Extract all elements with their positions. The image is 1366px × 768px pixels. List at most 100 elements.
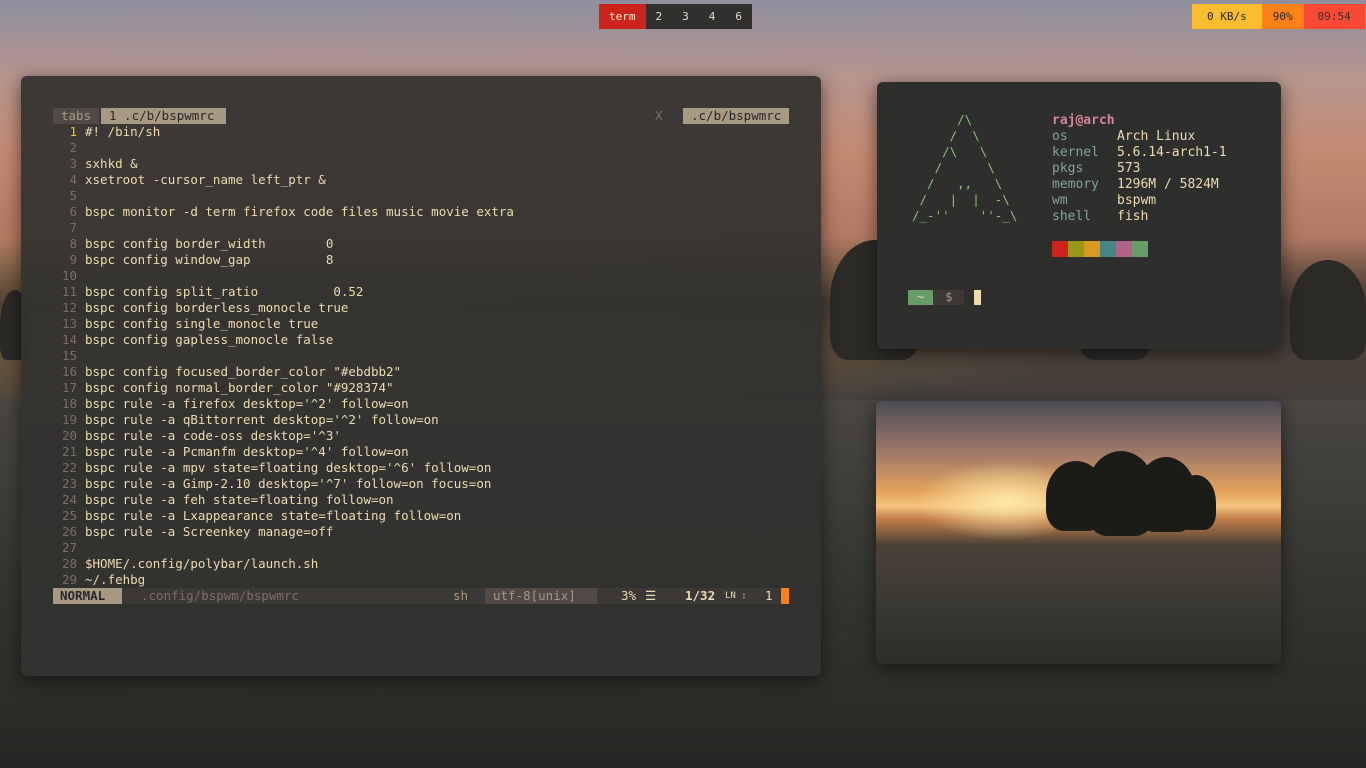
code-line[interactable]: 19 bspc rule -a qBittorrent desktop='^2' …: [53, 412, 789, 428]
shell-prompt[interactable]: ~ $: [908, 290, 982, 305]
info-row: wm bspwm: [1052, 193, 1227, 209]
color-swatch: [1132, 241, 1148, 257]
line-text: bspc rule -a Lxappearance state=floating…: [85, 508, 462, 523]
line-text: bspc rule -a mpv state=floating desktop=…: [85, 460, 492, 475]
code-line[interactable]: 3 sxhkd &: [53, 156, 789, 172]
info-value: 5.6.14-arch1-1: [1117, 145, 1227, 160]
code-line[interactable]: 6 bspc monitor -d term firefox code files…: [53, 204, 789, 220]
tabline-label: tabs: [53, 108, 100, 124]
system-info: raj@arch os Arch Linux kernel 5.6.14-arch1-…: [1052, 113, 1227, 225]
workspace-2[interactable]: 2: [645, 4, 673, 29]
workspace-3[interactable]: 3: [672, 4, 699, 29]
info-key: memory: [1052, 177, 1099, 192]
line-number: 14: [61, 332, 77, 347]
code-line[interactable]: 9 bspc config window_gap 8: [53, 252, 789, 268]
user-host: raj@arch: [1052, 113, 1115, 128]
info-key: shell: [1052, 209, 1092, 224]
code-line[interactable]: 8 bspc config border_width 0: [53, 236, 789, 252]
code-line[interactable]: 1 #! /bin/sh: [53, 124, 789, 140]
code-line[interactable]: 25 bspc rule -a Lxappearance state=floati…: [53, 508, 789, 524]
code-line[interactable]: 2: [53, 140, 789, 156]
code-line[interactable]: 23 bspc rule -a Gimp-2.10 desktop='^7' fo…: [53, 476, 789, 492]
line-number: 25: [61, 508, 77, 523]
line-number-icon: LN :: [725, 591, 747, 601]
status-filetype: sh: [453, 588, 469, 603]
line-number: 3: [69, 156, 77, 171]
arch-logo-icon: /\ / \ /\ \ / \ / ,, \ / | | -\ /_-'' ''…: [912, 112, 1018, 223]
info-value: Arch Linux: [1117, 129, 1196, 144]
line-text: sxhkd &: [85, 156, 138, 171]
line-number: 23: [61, 476, 77, 491]
line-number: 1: [69, 124, 77, 139]
workspace-4[interactable]: 4: [698, 4, 726, 29]
line-text: bspc config gapless_monocle false: [85, 332, 334, 347]
line-number: 8: [69, 236, 77, 251]
code-line[interactable]: 13 bspc config single_monocle true: [53, 316, 789, 332]
text-cursor: [974, 290, 982, 305]
color-swatch: [1100, 241, 1116, 257]
status-filename: .config/bspwm/bspwmrc: [141, 588, 300, 603]
info-row: pkgs 573: [1052, 161, 1227, 177]
code-line[interactable]: 22 bspc rule -a mpv state=floating deskto…: [53, 460, 789, 476]
code-line[interactable]: 12 bspc config borderless_monocle true: [53, 300, 789, 316]
code-line[interactable]: 28 $HOME/.config/polybar/launch.sh: [53, 556, 789, 572]
color-swatch: [1084, 241, 1100, 257]
color-swatch: [1068, 241, 1084, 257]
code-line[interactable]: 15: [53, 348, 789, 364]
code-line[interactable]: 27: [53, 540, 789, 556]
status-column: 1: [765, 588, 773, 603]
code-line[interactable]: 11 bspc config split_ratio 0.52: [53, 284, 789, 300]
line-number: 6: [69, 204, 77, 219]
menu-icon: ☰: [645, 588, 657, 603]
code-line[interactable]: 20 bspc rule -a code-oss desktop='^3': [53, 428, 789, 444]
code-line[interactable]: 21 bspc rule -a Pcmanfm desktop='^4' foll…: [53, 444, 789, 460]
code-line[interactable]: 5: [53, 188, 789, 204]
code-line[interactable]: 18 bspc rule -a firefox desktop='^2' foll…: [53, 396, 789, 412]
line-number: 19: [61, 412, 77, 427]
vim-tabline: tabs 1 .c/b/bspwmrc X .c/b/bspwmrc: [53, 108, 789, 124]
line-number: 17: [61, 380, 77, 395]
color-swatch: [1052, 241, 1068, 257]
code-line[interactable]: 29 ~/.fehbg: [53, 572, 789, 588]
tab-bspwmrc[interactable]: 1 .c/b/bspwmrc: [101, 108, 227, 124]
status-end-marker: [781, 588, 789, 604]
line-number: 2: [69, 140, 77, 155]
prompt-symbol: $: [933, 290, 965, 305]
line-number: 26: [61, 524, 77, 539]
code-line[interactable]: 7: [53, 220, 789, 236]
line-text: bspc rule -a Gimp-2.10 desktop='^7' foll…: [85, 476, 492, 491]
image-viewer-window[interactable]: [876, 401, 1281, 664]
code-line[interactable]: 26 bspc rule -a Screenkey manage=off: [53, 524, 789, 540]
line-text: xsetroot -cursor_name left_ptr &: [85, 172, 326, 187]
workspace-6[interactable]: 6: [725, 4, 752, 29]
info-key: kernel: [1052, 145, 1099, 160]
line-number: 20: [61, 428, 77, 443]
line-text: $HOME/.config/polybar/launch.sh: [85, 556, 319, 571]
line-text: bspc config borderless_monocle true: [85, 300, 349, 315]
workspace-term[interactable]: term: [599, 4, 646, 29]
code-line[interactable]: 10: [53, 268, 789, 284]
info-value: fish: [1117, 209, 1149, 224]
line-text: bspc rule -a qBittorrent desktop='^2' fo…: [85, 412, 439, 427]
workspace-bar: term 2 3 4 6: [599, 4, 752, 29]
line-number: 10: [61, 268, 77, 283]
code-line[interactable]: 4 xsetroot -cursor_name left_ptr &: [53, 172, 789, 188]
line-number: 22: [61, 460, 77, 475]
clock: 09:54: [1303, 4, 1365, 29]
code-line[interactable]: 17 bspc config normal_border_color "#9283…: [53, 380, 789, 396]
info-key: pkgs: [1052, 161, 1084, 176]
line-number: 15: [61, 348, 77, 363]
tab-close-button[interactable]: X: [647, 108, 671, 124]
code-line[interactable]: 24 bspc rule -a feh state=floating follow…: [53, 492, 789, 508]
code-area[interactable]: 1 #! /bin/sh 2 3 sxhkd & 4 xsetroot -cursor_na…: [53, 124, 789, 588]
volume-level[interactable]: 90%: [1261, 4, 1304, 29]
code-line[interactable]: 14 bspc config gapless_monocle false: [53, 332, 789, 348]
line-number: 16: [61, 364, 77, 379]
line-number: 4: [69, 172, 77, 187]
code-line[interactable]: 16 bspc config focused_border_color "#ebd…: [53, 364, 789, 380]
line-text: bspc rule -a Screenkey manage=off: [85, 524, 334, 539]
info-value: 573: [1117, 161, 1141, 176]
status-encoding: utf-8[unix]: [485, 588, 597, 604]
line-number: 9: [69, 252, 77, 267]
line-text: bspc config split_ratio 0.52: [85, 284, 364, 299]
